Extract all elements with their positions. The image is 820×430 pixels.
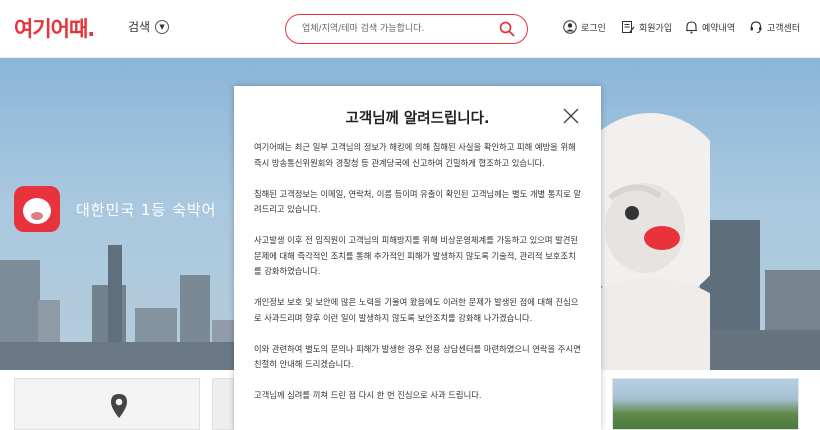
nav-reservations[interactable]: 예약내역 xyxy=(685,20,735,34)
search-input[interactable] xyxy=(302,21,492,37)
notice-paragraph: 침해된 고객정보는 이메일, 연락처, 이름 등이며 유출이 확인된 고객님께는… xyxy=(254,188,581,215)
notice-paragraph: 이와 관련하여 별도의 문의나 피해가 발생한 경우 전용 상담센터를 마련하였… xyxy=(254,343,581,370)
app-mascot-logo xyxy=(14,186,60,232)
notice-paragraph: 고객님께 심려를 끼쳐 드린 점 다시 한 번 진심으로 사과 드립니다. xyxy=(254,390,482,400)
city-ground xyxy=(0,342,234,370)
bell-icon xyxy=(685,20,698,34)
map-pin-icon xyxy=(110,393,128,423)
user-icon xyxy=(563,20,577,34)
headset-icon xyxy=(749,20,763,34)
listing-card[interactable] xyxy=(212,378,234,430)
nav-support-label: 고객센터 xyxy=(767,23,801,34)
modal-title: 고객님께 알려드립니다. xyxy=(345,111,490,127)
notice-paragraph: 개인정보 보호 및 보안에 많은 노력을 기울여 왔음에도 이러한 문제가 발생… xyxy=(254,297,579,323)
search-icon[interactable] xyxy=(499,21,515,41)
notice-paragraph: 사고발생 이후 전 임직원이 고객님의 피해방지를 위해 비상운영체계를 가동하… xyxy=(254,235,579,276)
notice-modal: 고객님께 알려드립니다. 여기어때는 최근 일부 고객님의 정보가 해킹에 의해… xyxy=(234,86,601,430)
nav-reservations-label: 예약내역 xyxy=(702,23,736,34)
search-bar xyxy=(285,14,528,44)
nav-support[interactable]: 고객센터 xyxy=(749,20,800,34)
white-monkey-mascot xyxy=(560,88,740,370)
listing-card[interactable] xyxy=(612,378,799,430)
nav-signup-label: 회원가입 xyxy=(639,23,673,34)
close-icon[interactable] xyxy=(563,108,579,124)
nav-signup[interactable]: 회원가입 xyxy=(621,20,672,34)
search-toggle[interactable]: 검색 ▼ xyxy=(128,18,170,35)
nav-login[interactable]: 로그인 xyxy=(563,20,606,34)
search-toggle-label: 검색 xyxy=(128,20,151,34)
notice-paragraph: 여기어때는 최근 일부 고객님의 정보가 해킹에 의해 침해된 사실을 확인하고… xyxy=(254,142,576,168)
chevron-down-icon: ▼ xyxy=(155,19,170,34)
nav-login-label: 로그인 xyxy=(581,23,606,34)
site-header: 여기어때. 검색 ▼ 로그인 회원가입 예약내역 고객센터 xyxy=(0,0,820,58)
hero-tagline: 대한민국 1등 숙박어 xyxy=(76,201,217,219)
site-logo[interactable]: 여기어때. xyxy=(14,13,95,43)
signup-form-icon xyxy=(621,20,635,34)
listing-card[interactable] xyxy=(14,378,200,430)
modal-body: 여기어때는 최근 일부 고객님의 정보가 해킹에 의해 침해된 사실을 확인하고… xyxy=(254,140,582,419)
